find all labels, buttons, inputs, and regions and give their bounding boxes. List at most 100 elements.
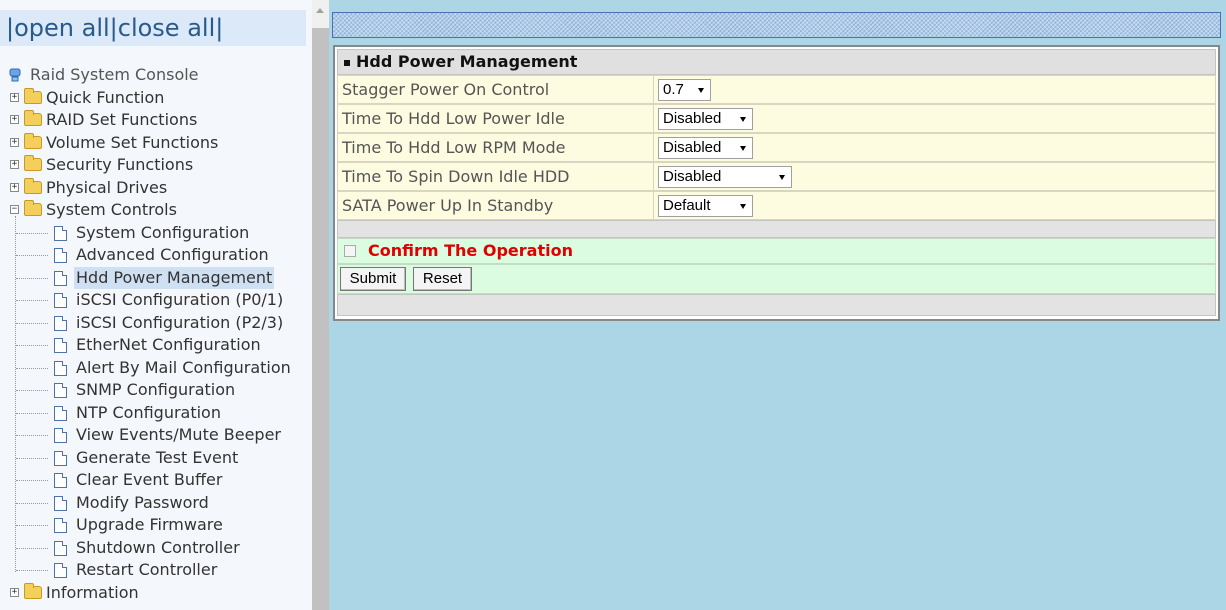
field-row-spin-down-idle: Time To Spin Down Idle HDD Disabled	[337, 162, 1216, 191]
dropdown-arrow-icon	[779, 175, 785, 180]
tree-item-label: View Events/Mute Beeper	[76, 425, 282, 444]
dropdown-arrow-icon	[740, 204, 746, 209]
tree-item-generate-test-event[interactable]: Generate Test Event	[0, 447, 306, 470]
form-title: Hdd Power Management	[356, 52, 578, 71]
dropdown-arrow-icon	[698, 88, 704, 93]
document-icon	[54, 248, 67, 263]
stagger-power-select[interactable]: 0.7	[658, 79, 711, 101]
hdd-power-management-panel: Hdd Power Management Stagger Power On Co…	[333, 45, 1220, 321]
reset-button[interactable]: Reset	[413, 267, 472, 291]
server-icon	[9, 68, 21, 82]
tree-item-system-configuration[interactable]: System Configuration	[0, 222, 306, 245]
cell-divider	[653, 191, 655, 220]
collapse-icon[interactable]: −	[10, 205, 19, 214]
close-all-link[interactable]: |close all|	[110, 14, 224, 42]
dropdown-arrow-icon	[740, 146, 746, 151]
document-icon	[54, 450, 67, 466]
tree-item-upgrade-firmware[interactable]: Upgrade Firmware	[0, 514, 306, 537]
tree-folder-label: Security Functions	[46, 155, 194, 174]
header-banner	[332, 12, 1221, 38]
footer-row	[337, 294, 1216, 316]
field-label: Time To Spin Down Idle HDD	[342, 167, 570, 186]
cell-divider	[653, 104, 655, 133]
spin-down-idle-select[interactable]: Disabled	[658, 166, 792, 188]
confirm-row: Confirm The Operation	[337, 238, 1216, 264]
confirm-checkbox[interactable]	[344, 245, 356, 257]
folder-icon	[24, 87, 42, 104]
folder-icon	[24, 155, 42, 171]
select-value: Disabled	[663, 168, 722, 185]
document-icon	[54, 270, 67, 286]
tree-folder-physical-drives[interactable]: + Physical Drives	[0, 177, 306, 200]
tree-item-view-events-mute-beeper[interactable]: View Events/Mute Beeper	[0, 424, 306, 447]
system-controls-children: System Configuration Advanced Configurati…	[0, 215, 306, 582]
tree-item-ntp-configuration[interactable]: NTP Configuration	[0, 402, 306, 425]
scrollbar-thumb[interactable]	[312, 28, 329, 610]
tree-root[interactable]: Raid System Console	[0, 64, 306, 87]
tree-item-label: iSCSI Configuration (P0/1)	[76, 290, 284, 309]
tree-folder-system-controls[interactable]: − System Controls	[0, 199, 306, 222]
confirm-label[interactable]: Confirm The Operation	[368, 239, 573, 263]
document-icon	[54, 293, 67, 308]
open-all-link[interactable]: |open all	[6, 14, 110, 42]
tree-item-snmp-configuration[interactable]: SNMP Configuration	[0, 379, 306, 402]
tree-item-ethernet-configuration[interactable]: EtherNet Configuration	[0, 334, 306, 357]
tree-folder-information[interactable]: + Information	[0, 582, 306, 605]
document-icon	[54, 428, 67, 443]
expand-icon[interactable]: +	[10, 137, 19, 147]
tree-scrollbar[interactable]	[312, 0, 329, 610]
form-header: Hdd Power Management	[337, 49, 1216, 75]
tree-connector	[16, 525, 48, 526]
folder-icon	[24, 132, 42, 149]
field-row-stagger-power: Stagger Power On Control 0.7	[337, 75, 1216, 104]
tree-item-label: iSCSI Configuration (P2/3)	[76, 312, 284, 332]
tree-folder-raid-set-functions[interactable]: + RAID Set Functions	[0, 109, 306, 132]
document-icon	[54, 563, 67, 578]
tree-item-iscsi-configuration-p0-1[interactable]: iSCSI Configuration (P0/1)	[0, 289, 306, 312]
tree-item-label: Advanced Configuration	[76, 245, 269, 264]
tree-item-hdd-power-management[interactable]: Hdd Power Management	[0, 266, 306, 290]
tree-item-iscsi-configuration-p2-3[interactable]: iSCSI Configuration (P2/3)	[0, 312, 306, 335]
cell-divider	[653, 75, 655, 104]
tree-connector	[16, 322, 48, 324]
document-icon	[54, 315, 67, 331]
document-icon	[54, 383, 67, 398]
expand-icon[interactable]: +	[10, 587, 19, 597]
expand-icon[interactable]: +	[10, 160, 19, 169]
tree-item-label: Generate Test Event	[76, 447, 239, 467]
tree-item-alert-by-mail-configuration[interactable]: Alert By Mail Configuration	[0, 357, 306, 380]
tree-item-shutdown-controller[interactable]: Shutdown Controller	[0, 537, 306, 560]
low-rpm-mode-select[interactable]: Disabled	[658, 137, 753, 159]
low-power-idle-select[interactable]: Disabled	[658, 108, 753, 130]
tree-item-label: Alert By Mail Configuration	[76, 357, 291, 377]
tree-item-label: EtherNet Configuration	[76, 335, 261, 354]
expand-icon[interactable]: +	[10, 182, 19, 192]
content-area: Hdd Power Management Stagger Power On Co…	[329, 0, 1226, 610]
document-icon	[54, 405, 67, 421]
document-icon	[54, 360, 67, 376]
tree-folder-volume-set-functions[interactable]: + Volume Set Functions	[0, 132, 306, 155]
cell-divider	[653, 133, 655, 162]
tree-folder-quick-function[interactable]: + Quick Function	[0, 87, 306, 110]
folder-icon	[24, 110, 42, 126]
document-icon	[54, 518, 67, 533]
tree-item-label: System Configuration	[76, 222, 250, 242]
navigation-tree: Raid System Console + Quick Function + R…	[0, 64, 306, 604]
tree-connector	[16, 457, 48, 459]
tree-item-modify-password[interactable]: Modify Password	[0, 492, 306, 515]
expand-icon[interactable]: +	[10, 92, 19, 102]
field-label: Stagger Power On Control	[342, 80, 550, 99]
tree-item-label: Hdd Power Management	[74, 266, 275, 289]
tree-folder-security-functions[interactable]: + Security Functions	[0, 154, 306, 177]
submit-button[interactable]: Submit	[340, 267, 406, 291]
tree-connector	[16, 232, 48, 234]
document-icon	[54, 495, 67, 511]
expand-icon[interactable]: +	[10, 115, 19, 124]
tree-connector	[16, 547, 48, 549]
tree-item-advanced-configuration[interactable]: Advanced Configuration	[0, 244, 306, 267]
tree-item-restart-controller[interactable]: Restart Controller	[0, 559, 306, 582]
scroll-up-arrow-icon[interactable]	[316, 8, 324, 13]
dropdown-arrow-icon	[740, 117, 746, 122]
sata-power-up-select[interactable]: Default	[658, 195, 753, 217]
tree-item-clear-event-buffer[interactable]: Clear Event Buffer	[0, 469, 306, 492]
